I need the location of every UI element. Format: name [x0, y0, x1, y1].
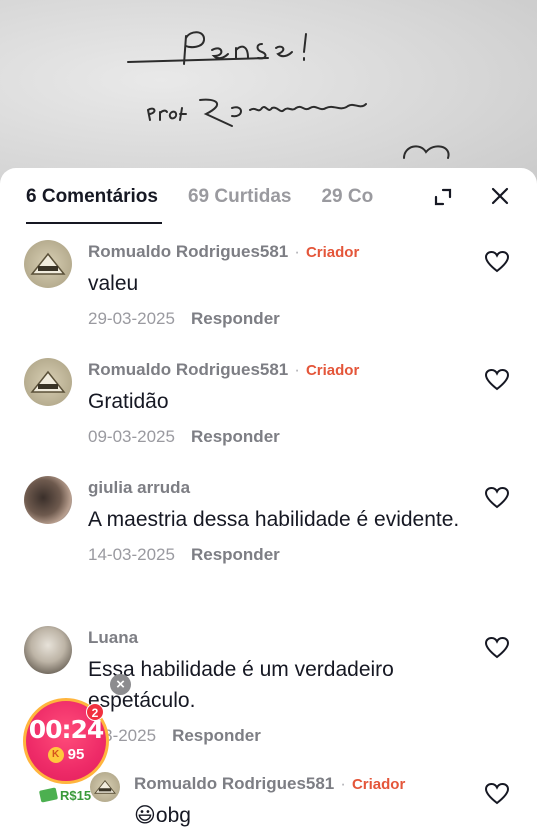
- tab-comments[interactable]: 6 Comentários: [26, 186, 162, 224]
- comment-text: valeu: [88, 272, 139, 295]
- close-widget-button[interactable]: ×: [110, 674, 131, 695]
- comment-header: Luana: [88, 628, 477, 648]
- avatar[interactable]: [24, 626, 72, 674]
- comment-author[interactable]: Romualdo Rodrigues581: [134, 774, 334, 793]
- comment-meta: -03-2025 Responder: [88, 726, 477, 746]
- notification-badge: 2: [86, 703, 104, 721]
- comment-meta: 29-03-2025 Responder: [88, 309, 477, 329]
- cash-amount: R$15: [60, 787, 92, 803]
- heart-icon[interactable]: [484, 368, 510, 392]
- reply-button[interactable]: Responder: [172, 726, 261, 745]
- cash-reward[interactable]: R$15: [38, 786, 92, 804]
- comment-body: Romualdo Rodrigues581 · Criador 😃obg: [134, 774, 477, 831]
- heart-icon[interactable]: [484, 636, 510, 660]
- comment-text: 😃obg: [134, 800, 477, 831]
- comment-text: Essa habilidade é um verdadeiro espetácu…: [88, 658, 394, 712]
- comment-header: Romualdo Rodrigues581 · Criador: [134, 774, 406, 793]
- creator-badge: Criador: [305, 362, 360, 379]
- avatar[interactable]: [24, 358, 72, 406]
- coin-count: 95: [67, 746, 85, 763]
- comment-header: giulia arruda: [88, 478, 477, 498]
- heart-icon[interactable]: [484, 486, 510, 510]
- comment-text: A maestria dessa habilidade é evidente.: [88, 508, 460, 531]
- comment-body: Romualdo Rodrigues581 · Criador valeu 29-0…: [88, 242, 477, 329]
- expand-icon[interactable]: [434, 188, 452, 206]
- reply-button[interactable]: Responder: [191, 427, 280, 446]
- comment-body: giulia arruda A maestria dessa habilidad…: [88, 478, 477, 565]
- smile-emoji-icon: 😃: [134, 804, 156, 827]
- close-icon[interactable]: [488, 184, 512, 208]
- comment-date: 09-03-2025: [88, 427, 175, 446]
- reply-button[interactable]: Responder: [191, 545, 280, 564]
- comment-author[interactable]: giulia arruda: [88, 478, 190, 497]
- comment-author[interactable]: Romualdo Rodrigues581: [88, 360, 288, 379]
- comment-header: Romualdo Rodrigues581 · Criador: [88, 242, 360, 261]
- comment-body: Romualdo Rodrigues581 · Criador Gratidão 0…: [88, 360, 477, 447]
- comment-meta: 09-03-2025 Responder: [88, 427, 477, 447]
- comment-author[interactable]: Romualdo Rodrigues581: [88, 242, 288, 261]
- avatar[interactable]: [24, 476, 72, 524]
- coin-icon: K: [47, 746, 64, 763]
- heart-icon[interactable]: [484, 250, 510, 274]
- creator-badge: Criador: [305, 244, 360, 261]
- tab-collections[interactable]: 29 Co: [321, 186, 379, 208]
- avatar[interactable]: [24, 240, 72, 288]
- heart-icon[interactable]: [484, 782, 510, 806]
- comment-author[interactable]: Luana: [88, 628, 138, 647]
- comment-date: 14-03-2025: [88, 545, 175, 564]
- avatar[interactable]: [90, 772, 120, 802]
- tab-likes[interactable]: 69 Curtidas: [188, 186, 291, 208]
- comment-text-content: obg: [155, 804, 191, 827]
- creator-badge: Criador: [351, 776, 406, 793]
- comment-text: Gratidão: [88, 390, 169, 413]
- comment-header: Romualdo Rodrigues581 · Criador: [88, 360, 360, 379]
- comment-body: Luana Essa habilidade é um verdadeiro es…: [88, 628, 477, 746]
- money-icon: [38, 787, 59, 803]
- comment-date: 29-03-2025: [88, 309, 175, 328]
- tab-bar: 6 Comentários 69 Curtidas 29 Co: [0, 168, 537, 226]
- reply-button[interactable]: Responder: [191, 309, 280, 328]
- coin-counter: K 95: [26, 746, 106, 763]
- comment-meta: 14-03-2025 Responder: [88, 545, 477, 565]
